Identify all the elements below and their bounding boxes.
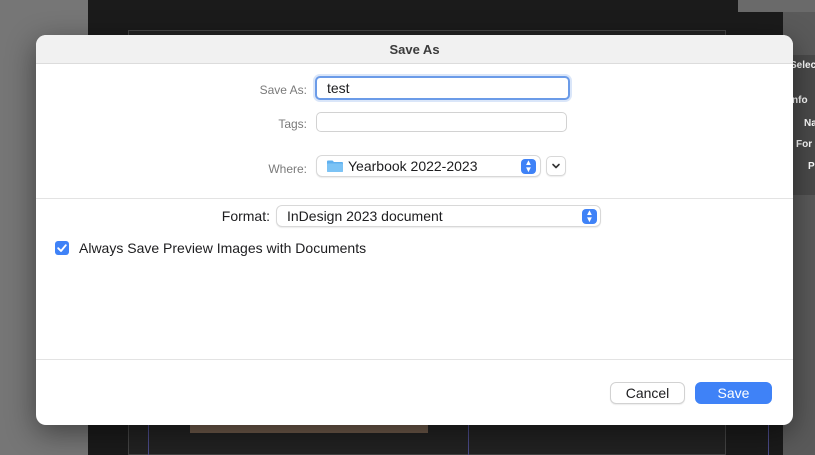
section-divider bbox=[36, 198, 793, 199]
right-panel-label: Selec bbox=[790, 60, 815, 71]
guide-line bbox=[768, 423, 769, 455]
filename-input[interactable] bbox=[315, 76, 570, 100]
footer-divider bbox=[36, 359, 793, 360]
checkmark-icon bbox=[57, 244, 67, 252]
chevron-down-icon bbox=[552, 163, 560, 169]
tags-label: Tags: bbox=[278, 117, 307, 131]
save-as-dialog: Save As Save As: Tags: Where: Yearbook 2… bbox=[36, 35, 793, 425]
right-panel-top-strip bbox=[738, 0, 815, 12]
format-popup[interactable]: InDesign 2023 document ▲ ▼ bbox=[276, 205, 601, 227]
format-value: InDesign 2023 document bbox=[287, 208, 443, 224]
expand-button[interactable] bbox=[546, 156, 566, 176]
dialog-title: Save As bbox=[389, 42, 440, 57]
preview-images-checkbox[interactable] bbox=[55, 241, 69, 255]
format-label: Format: bbox=[221, 208, 270, 224]
updown-chevron-icon: ▲ ▼ bbox=[521, 159, 536, 174]
tags-input[interactable] bbox=[316, 112, 567, 132]
right-panel-label: Na bbox=[804, 118, 815, 129]
guide-line bbox=[148, 423, 149, 455]
where-popup[interactable]: Yearbook 2022-2023 ▲ ▼ bbox=[316, 155, 541, 177]
right-panel-label: For bbox=[796, 139, 813, 150]
right-panel-label: nfo bbox=[792, 95, 808, 106]
where-value: Yearbook 2022-2023 bbox=[348, 158, 478, 174]
right-panel-label: P bbox=[808, 161, 815, 172]
cancel-button[interactable]: Cancel bbox=[610, 382, 685, 404]
folder-icon bbox=[327, 160, 343, 172]
save-as-label: Save As: bbox=[259, 83, 307, 97]
updown-chevron-icon: ▲ ▼ bbox=[582, 209, 597, 224]
save-button[interactable]: Save bbox=[695, 382, 772, 404]
dialog-titlebar: Save As bbox=[36, 35, 793, 64]
where-label: Where: bbox=[268, 162, 307, 176]
preview-images-label[interactable]: Always Save Preview Images with Document… bbox=[79, 240, 366, 256]
guide-line bbox=[468, 423, 469, 455]
